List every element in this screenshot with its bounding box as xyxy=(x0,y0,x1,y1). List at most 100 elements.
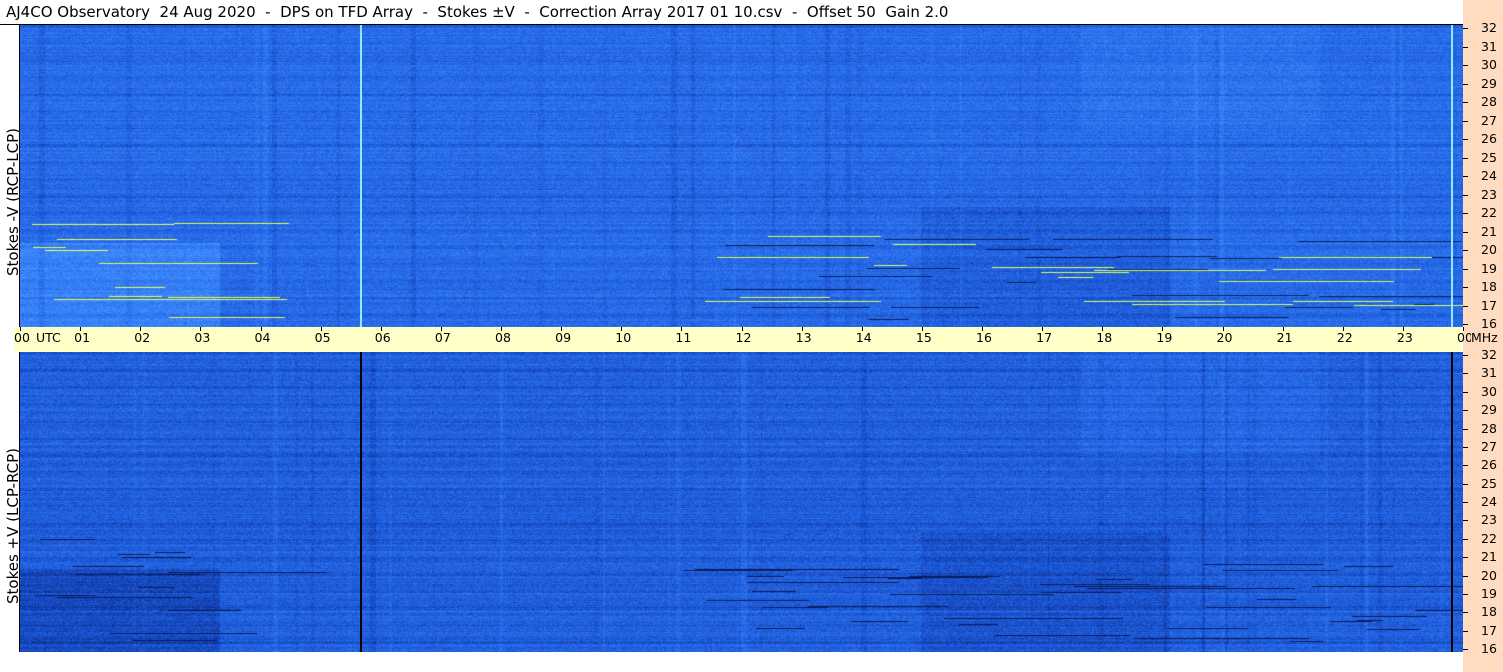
time-tick-label: 17 xyxy=(1036,330,1053,345)
time-tick-label: 04 xyxy=(254,330,271,345)
time-tick-label: 00 xyxy=(14,330,30,345)
frequency-tick-label: 31 xyxy=(1481,38,1497,54)
time-tick-label: 07 xyxy=(434,330,451,345)
frequency-tick-mark xyxy=(1463,287,1468,288)
time-tick-mark xyxy=(1463,327,1464,331)
time-tick-mark xyxy=(440,327,442,331)
time-tick-label: 06 xyxy=(374,330,391,345)
time-axis-bar: 00 01 02 03 04 05 06 07 08 09 10 11 12 13 14 15 16 17 18 19… xyxy=(14,327,1498,352)
time-tick-mark xyxy=(621,327,623,331)
frequency-tick-label: 22 xyxy=(1481,205,1497,220)
frequency-tick-mark xyxy=(1463,268,1468,270)
frequency-tick-label: 17 xyxy=(1481,297,1497,313)
frequency-tick-mark xyxy=(1463,446,1468,448)
time-tick-mark xyxy=(1342,327,1344,331)
time-tick-label: 16 xyxy=(976,330,992,345)
time-unit-label: UTC xyxy=(36,330,61,345)
frequency-tick-label: 20 xyxy=(1481,242,1497,257)
time-tick-mark xyxy=(80,327,82,331)
time-marker-line xyxy=(359,352,362,652)
time-tick-label: 13 xyxy=(795,330,812,345)
time-tick-mark xyxy=(1102,327,1104,331)
time-tick-mark xyxy=(260,327,262,331)
time-tick-label: 02 xyxy=(134,330,151,345)
frequency-tick-label: 23 xyxy=(1481,186,1497,202)
time-tick-label: 09 xyxy=(555,330,572,345)
time-tick-mark xyxy=(380,327,382,331)
frequency-tick-label: 16 xyxy=(1481,641,1497,656)
frequency-tick-mark xyxy=(1463,520,1468,522)
time-tick-label: 19 xyxy=(1156,330,1173,345)
time-tick-label: 21 xyxy=(1276,330,1293,345)
frequency-tick-mark xyxy=(1463,502,1468,503)
frequency-tick-label: 27 xyxy=(1481,112,1497,128)
spectrogram-top xyxy=(20,25,1463,327)
frequency-tick-label: 28 xyxy=(1481,94,1497,109)
frequency-tick-label: 20 xyxy=(1481,567,1497,583)
time-tick-mark xyxy=(741,327,743,331)
time-marker-line xyxy=(1450,25,1453,327)
time-marker-line xyxy=(1450,352,1453,652)
time-tick-label: 23 xyxy=(1396,330,1413,345)
frequency-tick-mark xyxy=(1463,324,1468,325)
frequency-tick-label: 18 xyxy=(1481,279,1497,294)
time-tick-mark xyxy=(982,327,983,331)
frequency-tick-label: 23 xyxy=(1481,512,1497,528)
frequency-tick-label: 28 xyxy=(1481,420,1497,436)
frequency-tick-mark xyxy=(1463,65,1468,66)
frequency-tick-label: 32 xyxy=(1481,20,1497,35)
frequency-tick-label: 24 xyxy=(1481,494,1497,509)
chart-title: AJ4CO Observatory 24 Aug 2020 - DPS on T… xyxy=(6,3,949,21)
frequency-unit-label: MHz xyxy=(1471,330,1498,345)
frequency-tick-mark xyxy=(1463,28,1468,29)
frequency-tick-label: 21 xyxy=(1481,223,1497,239)
time-tick-label: 11 xyxy=(675,330,692,345)
frequency-tick-mark xyxy=(1463,157,1468,159)
time-tick-mark xyxy=(1402,327,1404,331)
frequency-tick-mark xyxy=(1463,213,1468,214)
time-tick-label: 22 xyxy=(1336,330,1353,345)
time-tick-mark xyxy=(140,327,142,331)
time-tick-label: 10 xyxy=(615,330,632,345)
time-tick-label: 01 xyxy=(74,330,91,345)
frequency-tick-label: 30 xyxy=(1481,57,1497,72)
frequency-tick-label: 16 xyxy=(1481,316,1497,331)
time-tick-mark xyxy=(320,327,322,331)
frequency-tick-label: 17 xyxy=(1481,622,1497,638)
time-tick-mark xyxy=(1282,327,1284,331)
time-tick-mark xyxy=(921,327,923,331)
frequency-tick-mark xyxy=(1463,557,1468,559)
time-tick-mark xyxy=(801,327,803,331)
frequency-tick-mark xyxy=(1463,373,1468,375)
frequency-tick-mark xyxy=(1463,102,1468,103)
frequency-tick-label: 19 xyxy=(1481,585,1497,601)
frequency-tick-mark xyxy=(1463,250,1468,251)
frequency-tick-mark xyxy=(1463,630,1468,632)
frequency-tick-label: 24 xyxy=(1481,168,1497,183)
time-tick-mark xyxy=(200,327,202,331)
frequency-tick-mark xyxy=(1463,355,1468,356)
frequency-tick-mark xyxy=(1463,120,1468,122)
frequency-tick-mark xyxy=(1463,139,1468,140)
frequency-tick-mark xyxy=(1463,231,1468,233)
frequency-tick-label: 22 xyxy=(1481,530,1497,546)
frequency-tick-mark xyxy=(1463,649,1468,650)
time-tick-mark xyxy=(501,327,502,331)
frequency-tick-mark xyxy=(1463,428,1468,430)
frequency-tick-mark xyxy=(1463,538,1468,540)
time-tick-label: 14 xyxy=(855,330,872,345)
frequency-tick-mark xyxy=(1463,612,1468,614)
frequency-tick-mark xyxy=(1463,305,1468,307)
frequency-tick-label: 29 xyxy=(1481,75,1497,91)
time-tick-mark xyxy=(681,327,683,331)
time-tick-mark xyxy=(1222,327,1224,331)
time-tick-mark xyxy=(1042,327,1044,331)
frequency-tick-label: 32 xyxy=(1481,347,1497,362)
time-tick-label: 20 xyxy=(1216,330,1233,345)
frequency-tick-mark xyxy=(1463,391,1468,393)
spectrogram-bottom xyxy=(20,352,1463,652)
frequency-tick-mark xyxy=(1463,46,1468,48)
frequency-tick-label: 29 xyxy=(1481,402,1497,418)
frequency-tick-label: 26 xyxy=(1481,131,1497,146)
time-tick-label: 18 xyxy=(1096,330,1113,345)
